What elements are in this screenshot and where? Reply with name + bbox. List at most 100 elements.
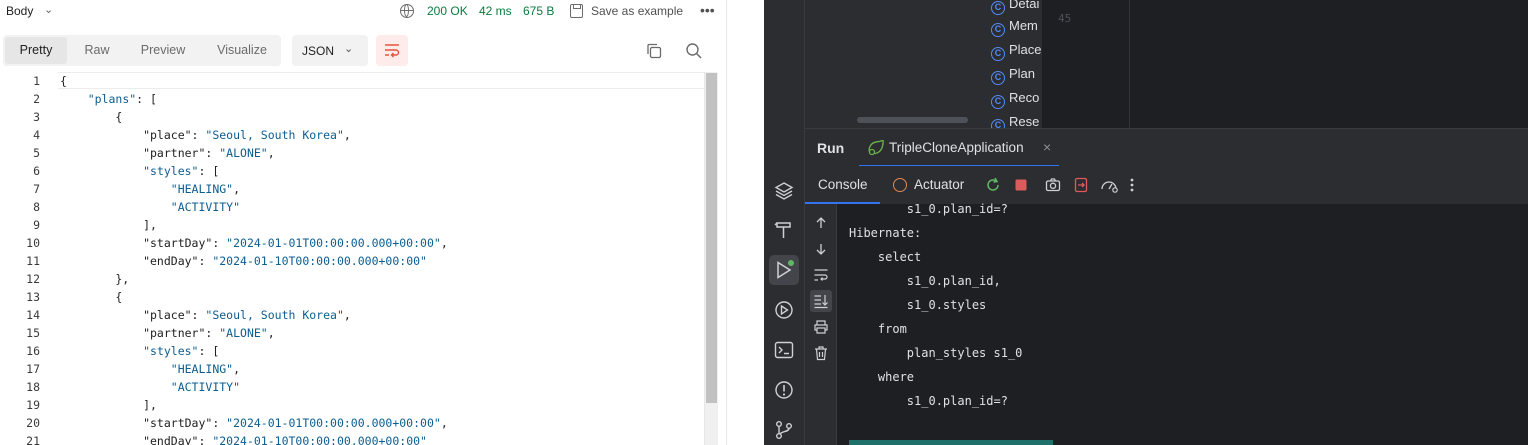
line-number: 20 — [26, 416, 40, 430]
response-body-editor[interactable]: 1 2 3 4 5 6 7 8 9 10 11 12 13 14 15 16 17 18 19 20 21 { "pla… — [0, 72, 718, 445]
ide-gutter: 45 — [1042, 0, 1130, 128]
tab-console-label: Console — [818, 177, 868, 192]
code-line: "styles": [ — [143, 164, 220, 178]
copy-icon[interactable] — [646, 43, 662, 59]
more-options-icon[interactable]: ••• — [700, 2, 715, 18]
build-hammer-icon[interactable] — [773, 219, 795, 241]
arrow-down-icon[interactable] — [813, 241, 829, 257]
console-line: s1_0.styles — [849, 298, 987, 312]
class-icon: C — [991, 47, 1005, 61]
tree-item[interactable]: C Plan — [991, 62, 1035, 86]
stop-icon[interactable] — [1013, 177, 1029, 193]
code-line: { — [60, 74, 67, 88]
tree-item-label: Detai — [1009, 0, 1040, 11]
save-icon[interactable] — [570, 4, 583, 18]
more-vertical-icon[interactable] — [1129, 177, 1135, 193]
scrollbar-thumb[interactable] — [706, 73, 717, 403]
tab-pretty[interactable]: Pretty — [5, 37, 67, 64]
tab-preview[interactable]: Preview — [129, 37, 197, 64]
tool-window-strip — [764, 128, 805, 445]
coverage-icon[interactable] — [1100, 177, 1118, 193]
tab-raw[interactable]: Raw — [73, 37, 121, 64]
console-line: s1_0.plan_id, — [849, 274, 1001, 288]
vertical-scrollbar[interactable] — [704, 72, 718, 445]
search-icon[interactable] — [685, 42, 703, 60]
camera-icon[interactable] — [1045, 177, 1061, 193]
tab-actuator[interactable]: Actuator — [914, 177, 964, 192]
console-line: s1_0.plan_id=? — [849, 202, 1008, 216]
print-icon[interactable] — [813, 319, 829, 335]
chevron-down-icon[interactable]: ⌄ — [44, 3, 53, 16]
line-number: 18 — [26, 380, 40, 394]
arrow-up-icon[interactable] — [813, 215, 829, 231]
save-as-example-button[interactable]: Save as example — [591, 4, 683, 18]
wrap-lines-button[interactable] — [376, 35, 408, 66]
code-line: "ACTIVITY" — [170, 380, 241, 394]
ide-editor[interactable]: 45 — [1042, 0, 1528, 128]
run-config-tab[interactable]: TripleCloneApplication × — [859, 133, 1059, 167]
code-line: "HEALING", — [170, 362, 241, 376]
ide-window: C Detai C Mem C Place C Plan C Reco C Rese 45 … — [764, 0, 1528, 445]
line-number: 1 — [33, 74, 40, 88]
tree-item[interactable]: C Mem — [991, 14, 1038, 38]
code-line: "plans": [ — [87, 92, 157, 106]
tab-console[interactable]: Console — [805, 166, 880, 204]
console-tabs-bar: Console Actuator — [805, 166, 1528, 204]
line-number: 10 — [26, 236, 40, 250]
line-number: 9 — [33, 218, 40, 232]
tab-visualize[interactable]: Visualize — [205, 37, 279, 64]
line-number: 6 — [33, 164, 40, 178]
line-number: 14 — [26, 308, 40, 322]
layers-icon[interactable] — [773, 180, 795, 202]
git-icon[interactable] — [773, 419, 795, 441]
tree-item[interactable]: C Reco — [991, 86, 1039, 110]
console-line: s1_0.plan_id=? — [849, 394, 1008, 408]
tree-item-label: Plan — [1009, 66, 1036, 81]
line-number: 12 — [26, 272, 40, 286]
code-line: "partner": "ALONE", — [60, 146, 275, 160]
console-output[interactable]: s1_0.plan_id=? Hibernate: select s1_0.pla… — [837, 202, 1528, 445]
services-icon[interactable] — [773, 299, 795, 321]
code-line: "startDay": "2024-01-01T00:00:00.000+00:… — [60, 416, 448, 430]
class-icon: C — [991, 71, 1005, 85]
exit-icon[interactable] — [1073, 177, 1089, 193]
scroll-to-end-icon[interactable] — [813, 293, 829, 309]
line-number: 13 — [26, 290, 40, 304]
project-tree: C Detai C Mem C Place C Plan C Reco C Rese — [805, 0, 1042, 128]
format-select[interactable]: JSON ⌄ — [292, 35, 368, 66]
soft-wrap-icon[interactable] — [813, 267, 829, 283]
code-line: "partner": "ALONE", — [60, 326, 275, 340]
run-title: Run — [817, 140, 845, 156]
horizontal-scrollbar-thumb[interactable] — [857, 117, 968, 123]
ide-left-strip — [764, 0, 805, 128]
body-label[interactable]: Body — [6, 4, 33, 18]
line-number: 4 — [33, 128, 40, 142]
terminal-icon[interactable] — [773, 339, 795, 361]
tree-item[interactable]: C Rese — [991, 110, 1039, 128]
run-icon[interactable] — [773, 259, 795, 281]
json-code[interactable]: { "plans": [ { "place": "Seoul, South Ko… — [60, 72, 700, 445]
code-line: "HEALING", — [170, 182, 241, 196]
code-line: ], — [60, 398, 157, 412]
code-line: "ACTIVITY" — [170, 200, 241, 214]
tree-item-label: Mem — [1009, 18, 1038, 33]
globe-icon[interactable] — [400, 4, 414, 18]
line-number-gutter: 1 2 3 4 5 6 7 8 9 10 11 12 13 14 15 16 17 18 19 20 21 — [0, 72, 48, 445]
tree-item-label: Reco — [1009, 90, 1040, 105]
console-line: Hibernate: — [849, 226, 922, 240]
tree-item[interactable]: C Place — [991, 38, 1042, 62]
response-size[interactable]: 675 B — [523, 4, 554, 18]
chevron-down-icon: ⌄ — [344, 43, 354, 55]
line-number: 8 — [33, 200, 40, 214]
close-icon[interactable]: × — [1043, 139, 1051, 155]
line-number: 21 — [26, 434, 40, 445]
status-code[interactable]: 200 OK — [427, 4, 468, 18]
response-time[interactable]: 42 ms — [479, 4, 512, 18]
rerun-icon[interactable] — [985, 177, 1001, 193]
problems-icon[interactable] — [773, 379, 795, 401]
trash-icon[interactable] — [813, 345, 829, 361]
line-number: 16 — [26, 344, 40, 358]
tree-item-label: Rese — [1009, 114, 1040, 128]
format-label: JSON — [302, 44, 335, 58]
line-number: 45 — [1058, 12, 1072, 25]
